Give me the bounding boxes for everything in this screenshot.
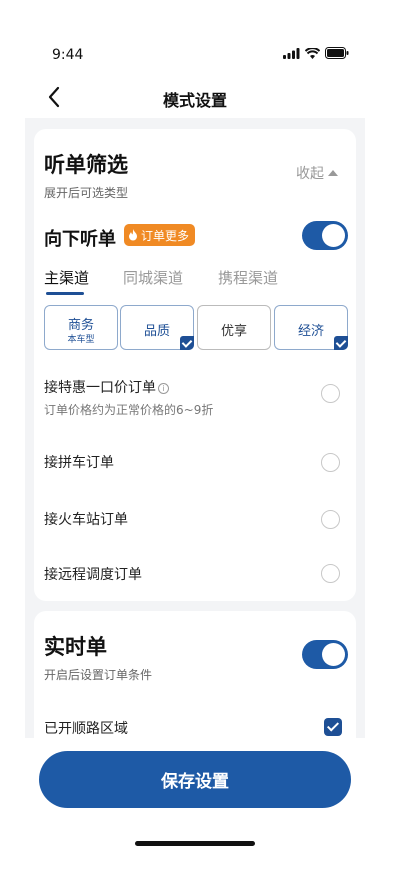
special-price-row-label: 接特惠一口价订单 i [44, 377, 169, 397]
home-indicator [135, 841, 255, 846]
option-economy[interactable]: 经济 [274, 305, 348, 350]
remote-dispatch-radio[interactable] [321, 564, 340, 583]
tab-local-channel[interactable]: 同城渠道 [123, 267, 183, 288]
status-icons [283, 47, 349, 59]
active-tab-indicator [46, 292, 84, 295]
channel-tabs: 主渠道 同城渠道 携程渠道 [34, 267, 356, 297]
nav-bar: 模式设置 [25, 78, 365, 118]
battery-icon [325, 47, 349, 59]
option-sublabel: 本车型 [67, 335, 95, 345]
realtime-subtitle: 开启后设置订单条件 [44, 668, 153, 682]
tab-ctrip-channel[interactable]: 携程渠道 [218, 267, 278, 288]
collapse-button[interactable]: 收起 [296, 163, 338, 183]
checkmark-icon [180, 336, 194, 350]
triangle-up-icon [328, 170, 338, 176]
remote-dispatch-label: 接远程调度订单 [44, 567, 142, 583]
option-label: 优享 [220, 324, 247, 339]
phone-screen: 9:44 模式设置 听单筛选 展开后可选类型 收起 向下听单 订单更多 主渠道 … [25, 33, 365, 853]
realtime-toggle[interactable] [302, 640, 348, 669]
badge-label: 订单更多 [141, 228, 190, 243]
carpool-radio[interactable] [321, 453, 340, 472]
fire-icon [129, 229, 137, 241]
collapse-label: 收起 [296, 166, 324, 182]
tab-main-channel[interactable]: 主渠道 [44, 267, 89, 288]
page-title: 模式设置 [162, 91, 227, 110]
route-area-label: 已开顺路区域 [44, 721, 128, 737]
toggle-knob [322, 643, 345, 666]
more-orders-badge: 订单更多 [124, 224, 196, 246]
special-price-sublabel: 订单价格约为正常价格的6~9折 [44, 403, 214, 417]
option-business[interactable]: 商务 本车型 [44, 305, 118, 350]
option-label: 商务 [67, 318, 94, 333]
filter-card: 听单筛选 展开后可选类型 收起 向下听单 订单更多 主渠道 同城渠道 携程渠道 … [34, 129, 356, 601]
save-settings-button[interactable]: 保存设置 [39, 751, 351, 808]
route-area-checkbox[interactable] [324, 718, 342, 736]
checkmark-icon [334, 336, 348, 350]
filter-card-subtitle: 展开后可选类型 [44, 186, 129, 200]
info-icon[interactable]: i [158, 383, 169, 394]
down-listen-label: 向下听单 [44, 229, 116, 250]
special-price-label: 接特惠一口价订单 [44, 380, 156, 396]
train-station-radio[interactable] [321, 510, 340, 529]
realtime-title: 实时单 [44, 635, 107, 659]
bottom-bar: 保存设置 [25, 738, 365, 853]
down-listen-toggle[interactable] [302, 221, 348, 250]
signal-icon [283, 47, 300, 59]
filter-card-title: 听单筛选 [44, 153, 128, 177]
wifi-icon [305, 47, 320, 59]
toggle-knob [322, 224, 345, 247]
status-time: 9:44 [52, 47, 84, 63]
option-quality[interactable]: 品质 [120, 305, 194, 350]
option-premium[interactable]: 优享 [197, 305, 271, 350]
carpool-label: 接拼车订单 [44, 455, 114, 471]
special-price-radio[interactable] [321, 384, 340, 403]
status-bar: 9:44 [25, 33, 365, 78]
train-station-label: 接火车站订单 [44, 512, 128, 528]
